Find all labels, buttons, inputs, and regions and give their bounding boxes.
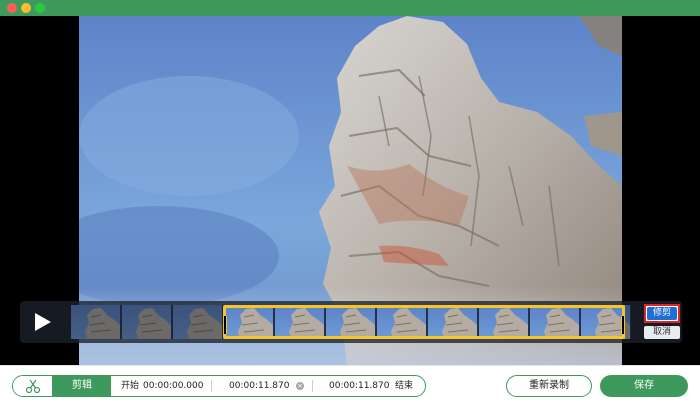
divider [211,380,212,392]
end-time-field[interactable]: 00:00:11.870 [329,376,389,396]
duration-field[interactable]: 00:00:11.870 [229,376,289,396]
screen-recorder-window: 修剪 取消 剪辑 开始 00:00:00.000 00:00:11.870 × … [0,0,700,405]
trim-timeline-bar: 修剪 取消 [20,301,682,343]
end-label: 结束 [395,381,414,391]
start-time-field[interactable]: 00:00:00.000 [143,376,203,396]
thumbnail-strip[interactable] [71,305,631,339]
excluded-region-start [71,305,223,339]
trim-button[interactable]: 修剪 [644,304,680,323]
close-window-button[interactable] [7,3,17,13]
scissors-button[interactable] [13,376,53,396]
start-label: 开始 [121,381,140,391]
cancel-trim-button[interactable]: 取消 [644,326,680,339]
scissors-icon [25,379,41,394]
title-bar [0,0,700,16]
clip-tab[interactable]: 剪辑 [53,376,111,396]
excluded-region-end [625,305,631,339]
save-button[interactable]: 保存 [600,375,688,397]
trim-button-label: 修剪 [647,307,677,320]
maximize-window-button[interactable] [35,3,45,13]
clip-time-panel: 剪辑 开始 00:00:00.000 00:00:11.870 × 00:00:… [12,375,426,397]
minimize-window-button[interactable] [21,3,31,13]
divider [312,380,313,392]
bottom-toolbar: 剪辑 开始 00:00:00.000 00:00:11.870 × 00:00:… [0,365,700,405]
trim-end-handle[interactable] [621,316,625,334]
play-icon[interactable] [30,310,54,334]
clear-duration-icon[interactable]: × [296,382,304,390]
trim-start-handle[interactable] [223,316,227,334]
trim-selection-range[interactable] [223,305,625,339]
rerecord-button[interactable]: 重新录制 [506,375,592,397]
